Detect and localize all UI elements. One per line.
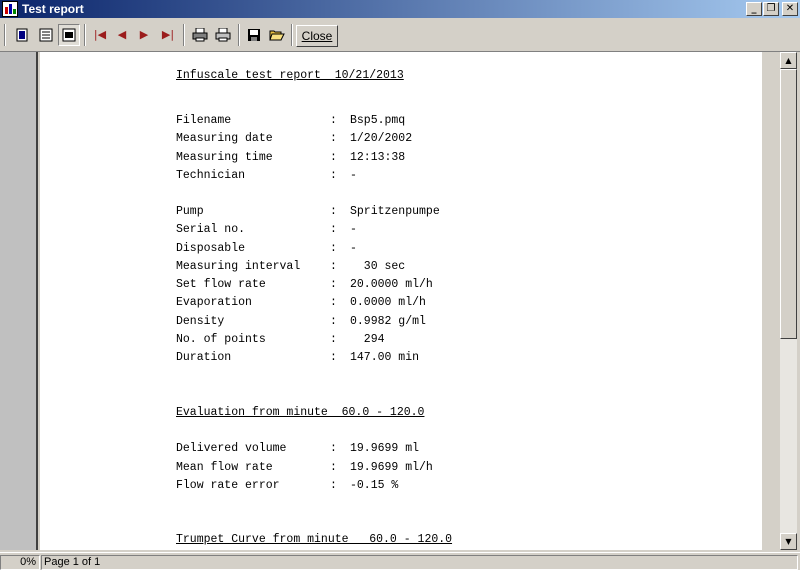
toolbar-grip	[4, 24, 6, 46]
scroll-down-icon[interactable]: ▼	[780, 533, 797, 550]
toolbar-separator	[84, 24, 86, 46]
restore-icon[interactable]: ❐	[763, 2, 779, 16]
page-width-icon[interactable]	[58, 24, 80, 46]
page-status: Page 1 of 1	[41, 555, 798, 570]
left-margin	[0, 52, 38, 550]
save-icon[interactable]	[243, 24, 265, 46]
evaluation-heading: Evaluation from minute 60.0 - 120.0	[176, 406, 425, 419]
open-folder-icon[interactable]	[266, 24, 288, 46]
report-title: Infuscale test report 10/21/2013	[176, 69, 404, 82]
close-icon[interactable]: ✕	[782, 2, 798, 16]
toolbar-separator	[238, 24, 240, 46]
title-bar: Test report _ ❐ ✕	[0, 0, 800, 18]
multi-page-icon[interactable]	[35, 24, 57, 46]
close-button[interactable]: Close	[296, 25, 338, 47]
first-page-icon[interactable]: |◀	[89, 24, 111, 46]
next-page-icon[interactable]: ▶	[133, 24, 155, 46]
window-title: Test report	[22, 2, 84, 16]
toolbar-separator	[291, 24, 293, 46]
zoom-status: 0%	[0, 555, 40, 570]
toolbar-separator	[183, 24, 185, 46]
toolbar: |◀ ◀ ▶ ▶| Close	[0, 18, 800, 52]
report-page: Infuscale test report 10/21/2013 Filenam…	[40, 52, 762, 550]
scroll-thumb[interactable]	[780, 69, 797, 339]
print-icon[interactable]	[212, 24, 234, 46]
printer-setup-icon[interactable]	[189, 24, 211, 46]
app-icon	[2, 1, 18, 17]
trumpet-heading: Trumpet Curve from minute 60.0 - 120.0	[176, 533, 453, 546]
minimize-icon[interactable]: _	[746, 2, 762, 16]
page-gap	[762, 52, 780, 550]
preview-area: Infuscale test report 10/21/2013 Filenam…	[0, 52, 800, 550]
status-bar: 0% Page 1 of 1	[0, 552, 800, 570]
scroll-up-icon[interactable]: ▲	[780, 52, 797, 69]
one-page-icon[interactable]	[11, 24, 33, 46]
vertical-scrollbar[interactable]: ▲ ▼	[780, 52, 797, 550]
prev-page-icon[interactable]: ◀	[111, 24, 133, 46]
last-page-icon[interactable]: ▶|	[157, 24, 179, 46]
